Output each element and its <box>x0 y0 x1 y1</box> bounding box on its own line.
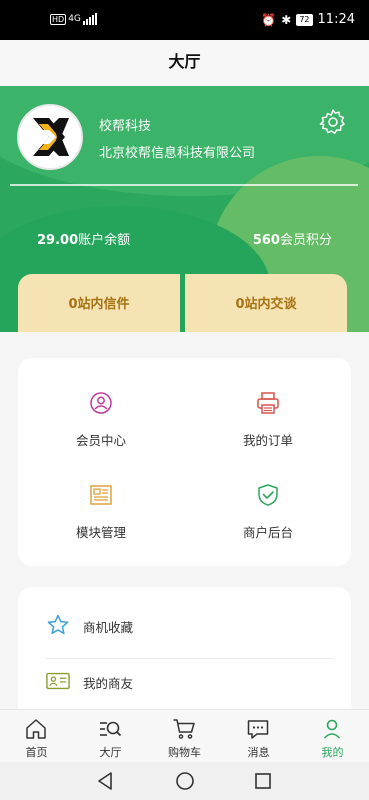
tab-label: 我的 <box>321 746 344 759</box>
star-icon <box>47 614 69 635</box>
tab-label: 购物车 <box>168 746 201 759</box>
bluetooth-icon: ✱ <box>281 12 292 27</box>
status-bar: HD 4G ⏰ ✱ 72 11:24 <box>0 0 369 40</box>
shortcut-list: 商机收藏 我的商友 <box>18 587 351 727</box>
hall-search-icon <box>100 721 122 737</box>
recents-icon[interactable] <box>254 771 272 791</box>
bottom-tab-bar: 首页 大厅 购物车 消息 我的 <box>0 709 369 762</box>
hd-indicator: HD <box>50 13 67 25</box>
merchant-backend-button[interactable]: 商户后台 <box>185 450 351 540</box>
list-item-favorites[interactable]: 商机收藏 <box>18 587 351 643</box>
tab-messages[interactable]: 消息 <box>222 710 295 763</box>
signal-icon <box>82 13 97 25</box>
avatar[interactable] <box>17 104 83 170</box>
message-icon <box>247 720 269 739</box>
cart-icon <box>173 719 195 739</box>
status-right: ⏰ ✱ 72 11:24 <box>261 12 355 27</box>
points-label: 会员积分 <box>279 233 332 248</box>
list-item-business-friends[interactable]: 我的商友 <box>18 643 351 699</box>
contact-card-icon <box>46 672 70 690</box>
feature-label: 模块管理 <box>75 525 126 540</box>
battery-icon: 72 <box>296 13 313 26</box>
printer-icon <box>257 392 279 414</box>
company-short-name: 校帮科技 <box>99 119 152 134</box>
tab-home[interactable]: 首页 <box>0 710 73 763</box>
clock: 11:24 <box>317 12 355 27</box>
back-icon[interactable] <box>96 771 114 791</box>
settings-gear-icon[interactable] <box>319 108 347 136</box>
feature-label: 商户后台 <box>242 525 293 540</box>
my-orders-button[interactable]: 我的订单 <box>185 358 351 448</box>
feature-grid: 会员中心 我的订单 模块管理 商户后台 <box>18 358 351 566</box>
member-center-button[interactable]: 会员中心 <box>18 358 184 448</box>
module-icon <box>90 485 112 505</box>
inbox-card[interactable]: 0站内信件 <box>18 274 180 332</box>
alarm-icon: ⏰ <box>261 12 277 27</box>
shield-check-icon <box>258 484 278 506</box>
header-divider <box>10 184 358 186</box>
member-icon <box>90 392 112 414</box>
account-balance[interactable]: 29.00账户余额 <box>37 229 130 248</box>
member-points[interactable]: 560会员积分 <box>253 229 332 248</box>
system-navigation-bar <box>0 762 369 800</box>
network-type: 4G <box>68 14 81 24</box>
profile-icon <box>323 719 341 739</box>
app-screen: HD 4G ⏰ ✱ 72 11:24 大厅 校帮科技 北京校帮信息科技有限公司 … <box>0 0 369 800</box>
feature-label: 我的订单 <box>242 433 293 448</box>
tab-label: 首页 <box>25 746 48 759</box>
page-title: 大厅 <box>0 40 369 86</box>
tab-hall[interactable]: 大厅 <box>74 710 147 763</box>
tab-label: 大厅 <box>99 746 122 759</box>
tab-profile[interactable]: 我的 <box>296 710 369 763</box>
chat-card[interactable]: 0站内交谈 <box>185 274 347 332</box>
company-full-name: 北京校帮信息科技有限公司 <box>99 146 256 161</box>
tab-cart[interactable]: 购物车 <box>148 710 221 763</box>
tab-label: 消息 <box>247 746 270 759</box>
home-circle-icon[interactable] <box>175 771 195 791</box>
status-left: HD 4G <box>50 13 97 25</box>
home-icon <box>26 719 46 739</box>
balance-value: 29.00 <box>37 233 79 248</box>
points-value: 560 <box>252 233 280 248</box>
balance-label: 账户余额 <box>78 233 131 248</box>
module-management-button[interactable]: 模块管理 <box>18 450 184 540</box>
feature-label: 会员中心 <box>75 433 126 448</box>
list-item-label: 我的商友 <box>83 676 134 691</box>
company-logo-icon <box>19 106 81 168</box>
list-item-label: 商机收藏 <box>83 620 134 635</box>
